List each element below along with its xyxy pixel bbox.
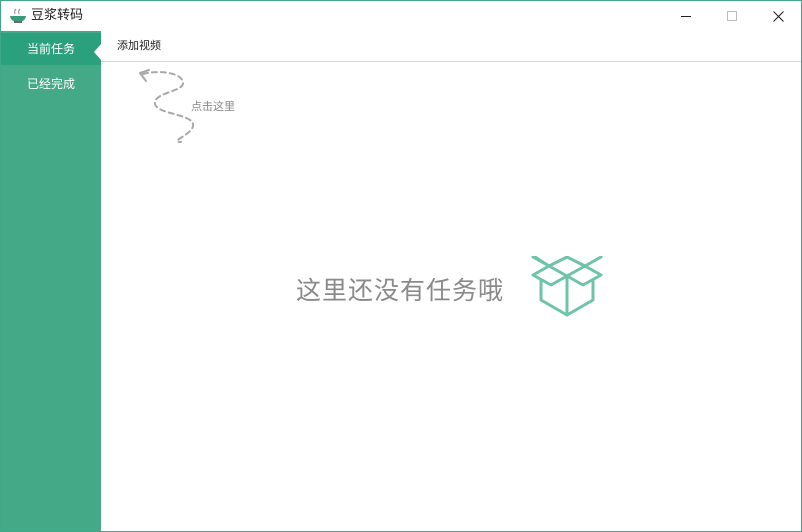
maximize-icon xyxy=(727,11,737,21)
close-icon xyxy=(772,10,784,22)
toolbar: 添加视频 xyxy=(101,31,801,62)
soy-milk-bowl-icon xyxy=(9,8,27,24)
close-button[interactable] xyxy=(755,1,801,31)
sidebar-item-label: 已经完成 xyxy=(26,77,75,91)
task-list-area: 点击这里 这里还没有任务哦 xyxy=(101,62,801,531)
minimize-icon xyxy=(681,16,691,17)
sidebar-item-current-tasks[interactable]: 当前任务 xyxy=(1,33,101,65)
open-box-icon xyxy=(531,256,603,317)
title-bar[interactable]: 豆浆转码 xyxy=(1,1,801,31)
window-title: 豆浆转码 xyxy=(31,8,84,23)
click-here-hint: 点击这里 xyxy=(191,100,235,113)
add-video-button[interactable]: 添加视频 xyxy=(117,39,161,53)
app-window: 豆浆转码 当前任务 已经完成 添加视频 点击这里 这里还没有任务哦 xyxy=(0,0,802,532)
minimize-button[interactable] xyxy=(663,1,709,31)
sidebar-item-label: 当前任务 xyxy=(26,42,75,56)
sidebar: 当前任务 已经完成 xyxy=(1,31,101,531)
sidebar-item-completed[interactable]: 已经完成 xyxy=(1,68,101,100)
empty-state-message: 这里还没有任务哦 xyxy=(296,276,505,305)
maximize-button[interactable] xyxy=(709,1,755,31)
active-indicator xyxy=(94,44,101,60)
